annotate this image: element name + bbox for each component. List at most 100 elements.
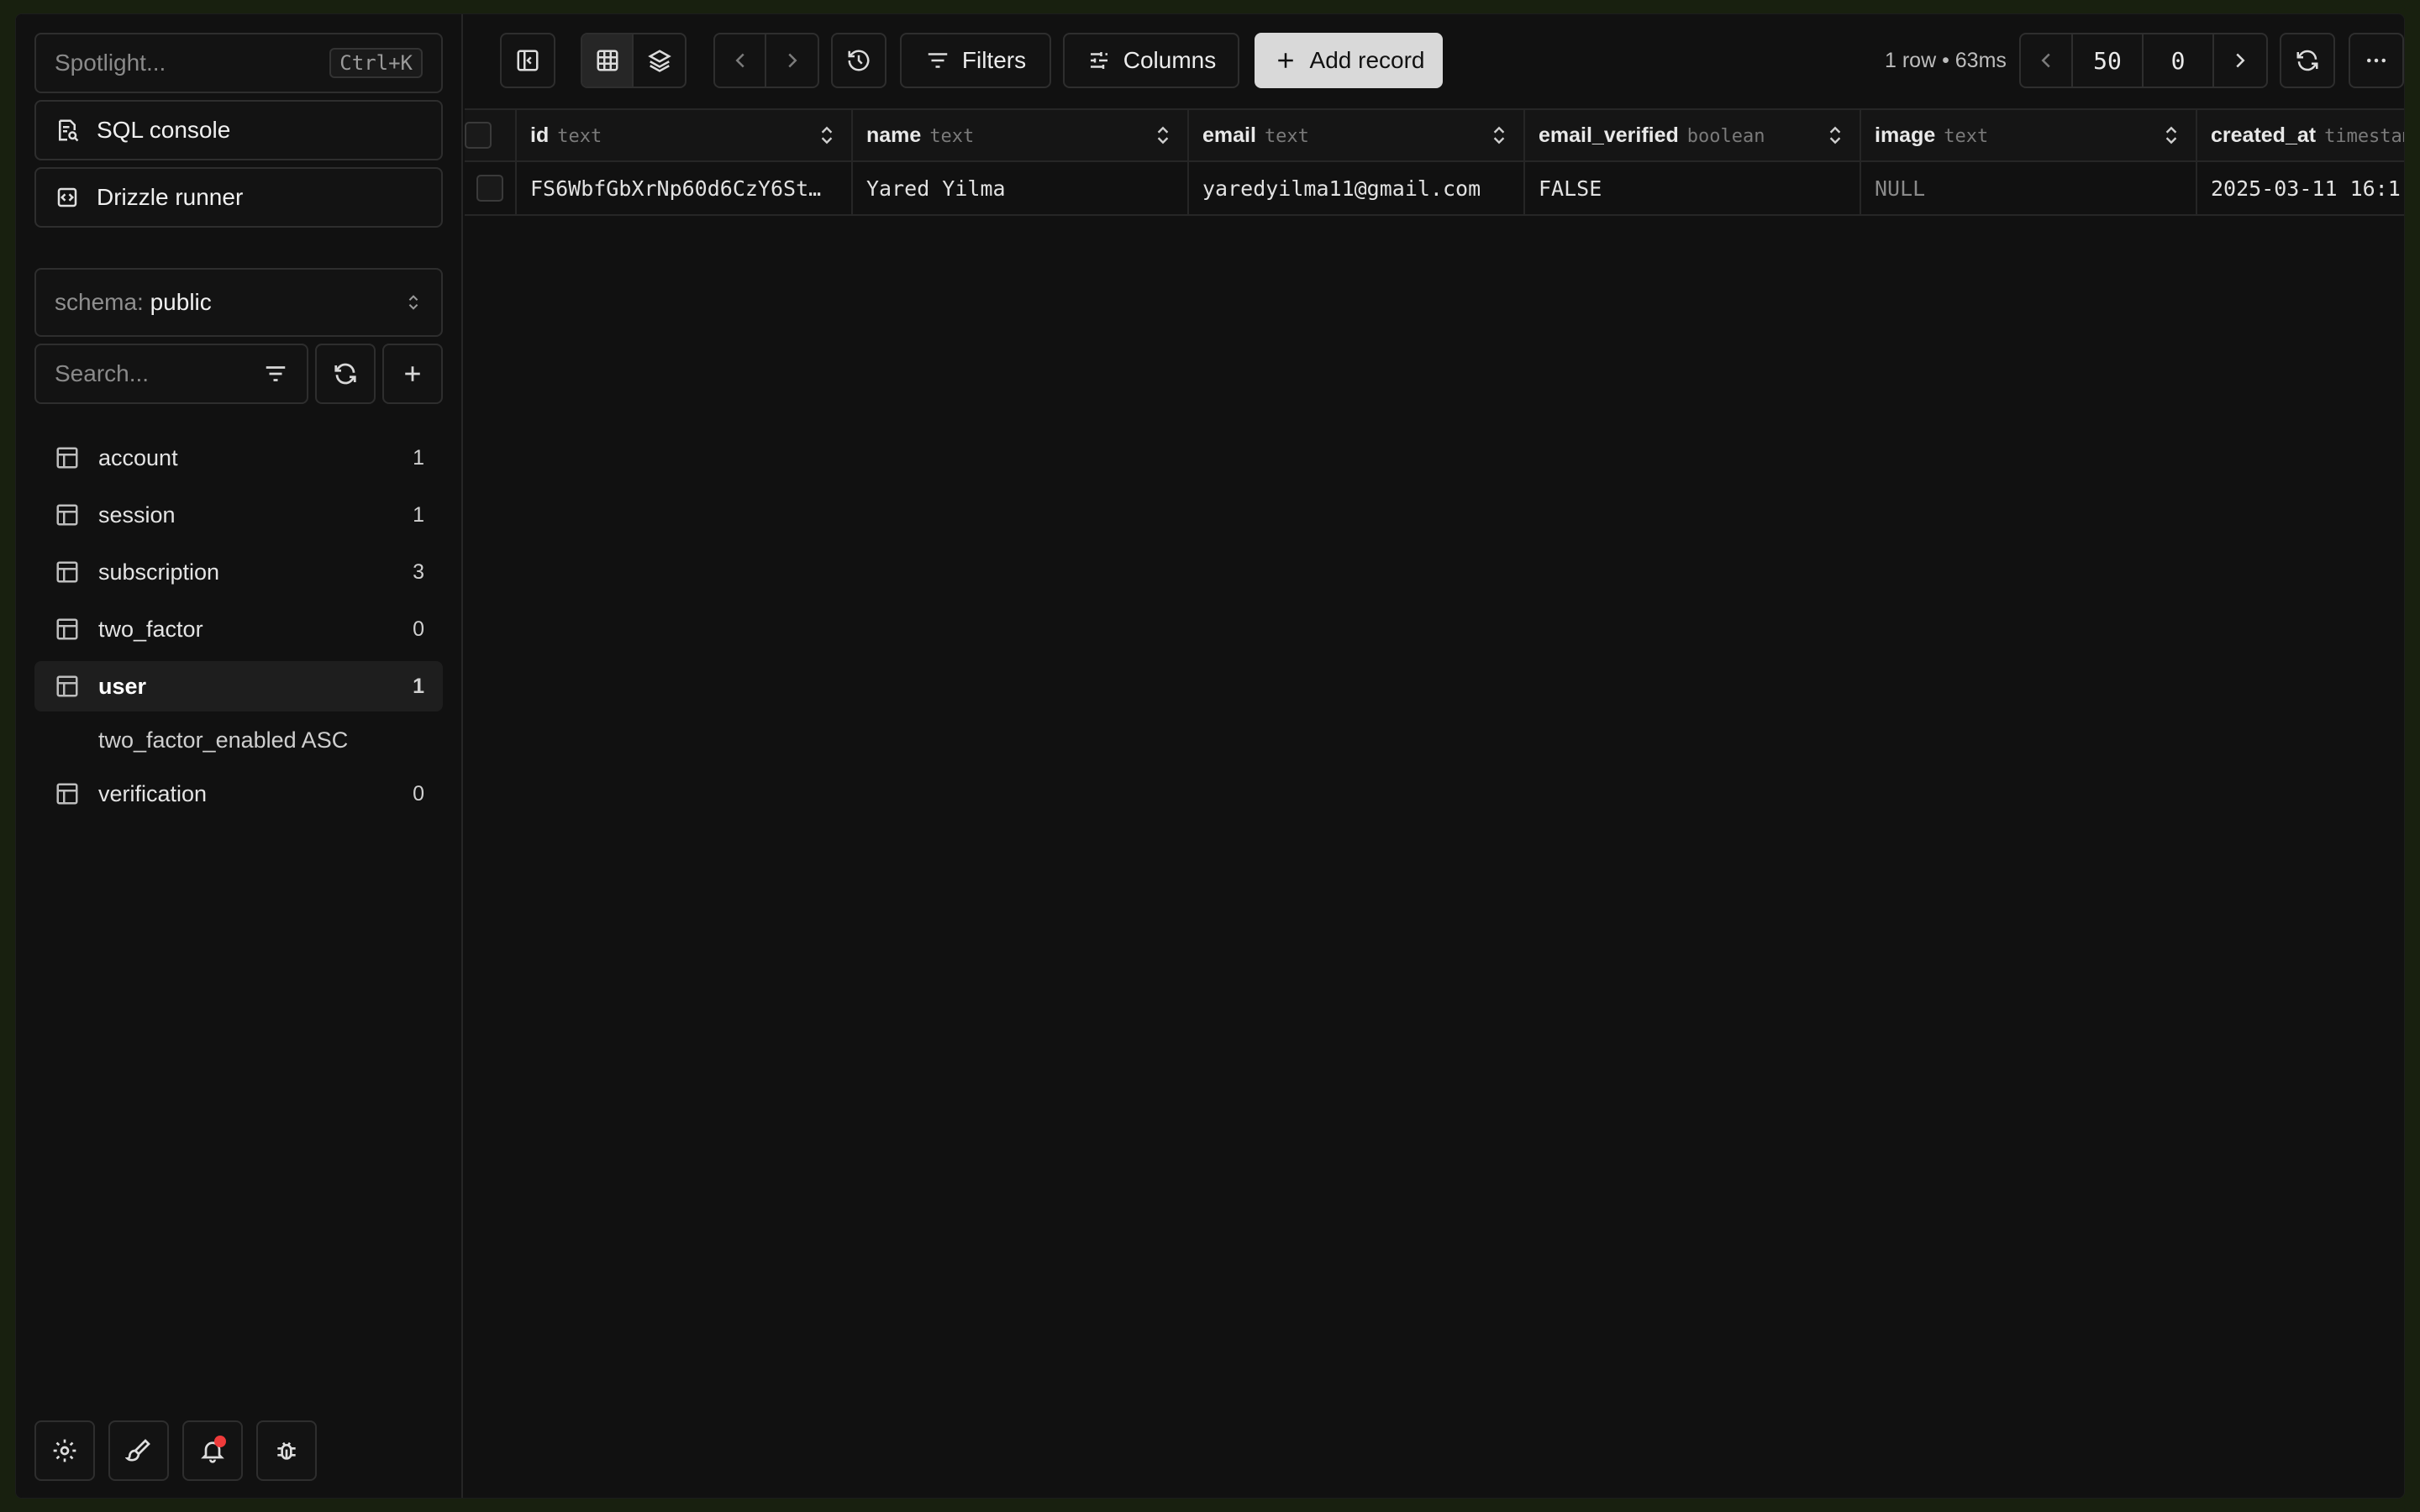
table-icon bbox=[56, 618, 78, 640]
app-window: Spotlight... Ctrl+K SQL console Drizzle … bbox=[15, 13, 2405, 1499]
spotlight-shortcut: Ctrl+K bbox=[329, 48, 423, 78]
drizzle-runner-button[interactable]: Drizzle runner bbox=[34, 167, 443, 228]
column-header-created-at[interactable]: created_at timestamp bbox=[2197, 110, 2404, 160]
row-count-info: 1 row • 63ms bbox=[1885, 48, 2007, 72]
structure-view-button[interactable] bbox=[634, 34, 685, 87]
page-size-input[interactable]: 50 bbox=[2073, 34, 2144, 87]
column-title: name text bbox=[866, 123, 974, 148]
prev-page-button[interactable] bbox=[2021, 34, 2073, 87]
header-row: id text name text email text email_verified… bbox=[465, 108, 2404, 162]
cell-value: FALSE bbox=[1539, 176, 1602, 201]
settings-button[interactable] bbox=[34, 1420, 95, 1481]
add-record-button[interactable]: Add record bbox=[1255, 33, 1443, 88]
toggle-sidebar-button[interactable] bbox=[500, 33, 555, 88]
view-mode-toggle bbox=[581, 33, 687, 88]
table-name: session bbox=[98, 501, 176, 528]
theme-button[interactable] bbox=[108, 1420, 169, 1481]
brush-icon bbox=[125, 1439, 150, 1462]
column-header-email-verified[interactable]: email_verified boolean bbox=[1525, 110, 1861, 160]
refresh-button[interactable] bbox=[2280, 33, 2335, 88]
table-icon bbox=[56, 561, 78, 583]
column-type: text bbox=[1264, 125, 1309, 147]
table-count: 1 bbox=[413, 445, 424, 470]
cell-created-at[interactable]: 2025-03-11 16:1 bbox=[2197, 162, 2404, 214]
active-sort-item[interactable]: two_factor_enabled ASC bbox=[34, 718, 443, 762]
column-header-id[interactable]: id text bbox=[517, 110, 853, 160]
table-name: user bbox=[98, 673, 147, 699]
debug-button[interactable] bbox=[256, 1420, 317, 1481]
column-title: email_verified boolean bbox=[1539, 123, 1765, 148]
table-icon bbox=[56, 783, 78, 805]
layers-icon bbox=[647, 50, 671, 72]
table-icon bbox=[56, 447, 78, 469]
select-all-checkbox[interactable] bbox=[465, 122, 492, 149]
table-item-account[interactable]: account 1 bbox=[34, 433, 443, 483]
toolbar: Filters Columns Add record 1 row • 63ms … bbox=[465, 33, 2404, 88]
filters-label: Filters bbox=[961, 47, 1027, 73]
cell-name[interactable]: Yared Yilma bbox=[853, 162, 1189, 214]
table-item-verification[interactable]: verification 0 bbox=[34, 769, 443, 819]
row-select-cell bbox=[465, 162, 517, 214]
table-item-two-factor[interactable]: two_factor 0 bbox=[34, 604, 443, 654]
sort-icon[interactable] bbox=[816, 124, 838, 146]
filters-button[interactable]: Filters bbox=[900, 33, 1051, 88]
cell-email-verified[interactable]: FALSE bbox=[1525, 162, 1861, 214]
table-icon bbox=[56, 504, 78, 526]
chevron-left-icon bbox=[2041, 53, 2050, 68]
column-header-email[interactable]: email text bbox=[1189, 110, 1525, 160]
gear-icon bbox=[53, 1439, 76, 1462]
table-name: subscription bbox=[98, 559, 220, 585]
spotlight-search[interactable]: Spotlight... Ctrl+K bbox=[34, 33, 443, 93]
plus-icon bbox=[405, 366, 420, 381]
column-type: text bbox=[557, 125, 602, 147]
table-row[interactable]: FS6WbfGbXrNp60d6CzY6St… Yared Yilma yare… bbox=[465, 162, 2404, 216]
grid-icon bbox=[597, 50, 618, 71]
sort-icon[interactable] bbox=[1824, 124, 1846, 146]
cell-value: yaredyilma11@gmail.com bbox=[1202, 176, 1481, 201]
cell-value: Yared Yilma bbox=[866, 176, 1006, 201]
cell-email[interactable]: yaredyilma11@gmail.com bbox=[1189, 162, 1525, 214]
refresh-tables-button[interactable] bbox=[315, 344, 376, 404]
sort-icon[interactable] bbox=[1152, 124, 1174, 146]
table-name: two_factor bbox=[98, 616, 203, 642]
add-record-label: Add record bbox=[1309, 47, 1425, 73]
next-page-button[interactable] bbox=[2214, 34, 2266, 87]
column-name: name bbox=[866, 123, 922, 147]
cell-image[interactable]: NULL bbox=[1861, 162, 2197, 214]
filter-icon[interactable] bbox=[263, 361, 288, 386]
column-type: boolean bbox=[1686, 125, 1765, 147]
table-view-button[interactable] bbox=[582, 34, 634, 87]
schema-text: schema: public bbox=[55, 289, 212, 316]
sidebar: Spotlight... Ctrl+K SQL console Drizzle … bbox=[16, 14, 463, 1498]
table-search-row bbox=[34, 344, 443, 404]
sort-icon[interactable] bbox=[2160, 124, 2182, 146]
table-item-session[interactable]: session 1 bbox=[34, 490, 443, 540]
cell-id[interactable]: FS6WbfGbXrNp60d6CzY6St… bbox=[517, 162, 853, 214]
cell-value: 2025-03-11 16:1 bbox=[2211, 176, 2401, 201]
history-button[interactable] bbox=[831, 33, 886, 88]
forward-button[interactable] bbox=[766, 34, 818, 87]
sort-icon[interactable] bbox=[1488, 124, 1510, 146]
table-item-user[interactable]: user 1 bbox=[34, 661, 443, 711]
sql-console-button[interactable]: SQL console bbox=[34, 100, 443, 160]
history-nav bbox=[713, 33, 819, 88]
pagination: 50 0 bbox=[2019, 33, 2268, 88]
add-table-button[interactable] bbox=[382, 344, 443, 404]
table-item-subscription[interactable]: subscription 3 bbox=[34, 547, 443, 597]
table-count: 0 bbox=[413, 781, 424, 806]
table-list: account 1 session 1 subscription 3 two_f… bbox=[34, 433, 443, 826]
back-button[interactable] bbox=[715, 34, 767, 87]
notifications-button[interactable] bbox=[182, 1420, 243, 1481]
column-type: timestamp bbox=[2324, 125, 2404, 147]
code-file-icon bbox=[57, 187, 77, 207]
column-title: id text bbox=[530, 123, 602, 148]
schema-select[interactable]: schema: public bbox=[34, 268, 443, 337]
column-type: text bbox=[1944, 125, 1989, 147]
more-options-button[interactable] bbox=[2349, 33, 2404, 88]
column-header-image[interactable]: image text bbox=[1861, 110, 2197, 160]
table-search-input[interactable] bbox=[55, 360, 206, 387]
columns-button[interactable]: Columns bbox=[1063, 33, 1239, 88]
row-checkbox[interactable] bbox=[476, 175, 503, 202]
column-header-name[interactable]: name text bbox=[853, 110, 1189, 160]
page-offset-input[interactable]: 0 bbox=[2144, 34, 2214, 87]
